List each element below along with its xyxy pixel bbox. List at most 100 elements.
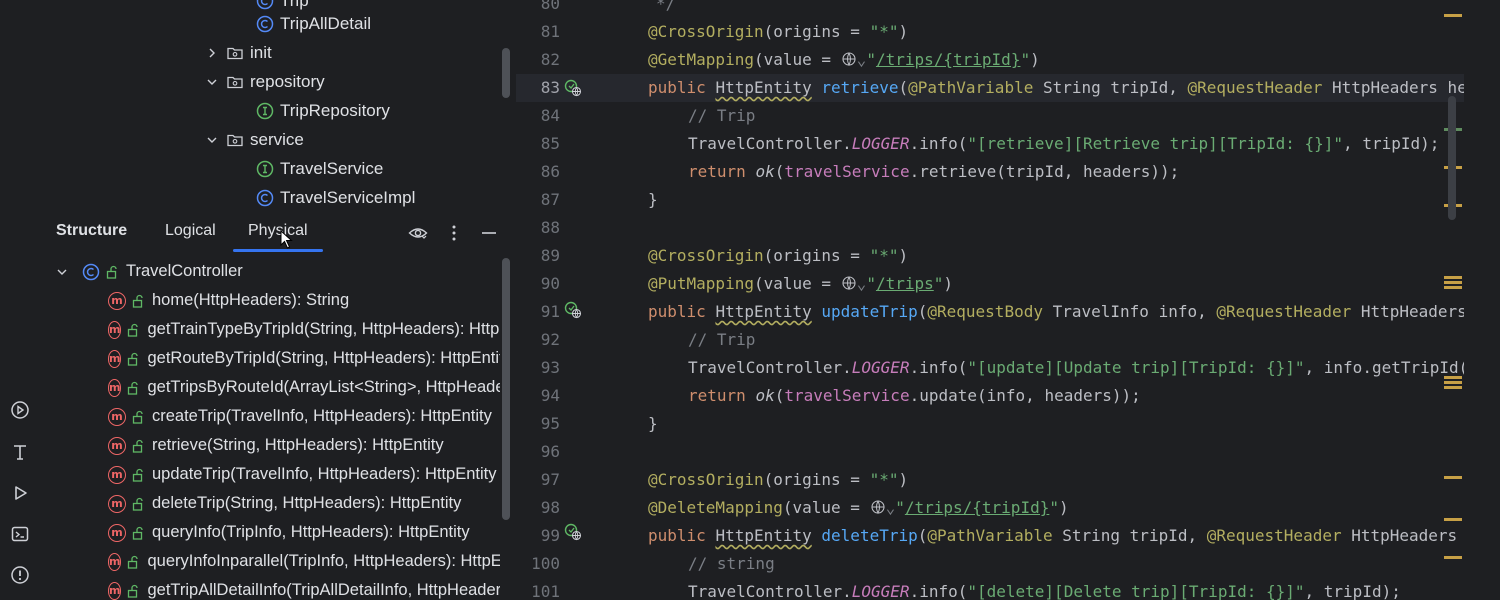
tree-item-label: TravelServiceImpl xyxy=(280,187,416,207)
tree-item-tripalldetail[interactable]: TripAllDetail xyxy=(256,9,371,38)
tree-item-service[interactable]: service xyxy=(204,125,304,154)
globe-icon[interactable] xyxy=(870,499,886,515)
more-options-icon[interactable] xyxy=(442,222,466,244)
line-number: 101 xyxy=(531,582,560,600)
tab-physical[interactable]: Physical xyxy=(248,222,308,240)
warning-stripe-marker[interactable] xyxy=(1444,286,1462,289)
method-icon: m xyxy=(108,494,126,513)
public-lock-icon xyxy=(132,497,144,511)
endpoint-gutter-icon[interactable] xyxy=(564,523,582,541)
code-line-98: @DeleteMapping(value = ⌄"/trips/{tripId}… xyxy=(648,498,1069,517)
structure-member[interactable]: m queryInfo(TripInfo, HttpHeaders): HttpE… xyxy=(108,518,500,547)
chevron-down-icon[interactable] xyxy=(54,264,70,280)
structure-member[interactable]: m home(HttpHeaders): String xyxy=(108,286,500,315)
structure-member-label: queryInfoInparallel(TripInfo, HttpHeader… xyxy=(147,552,500,570)
warning-stripe-marker[interactable] xyxy=(1444,476,1462,479)
tree-item-repository[interactable]: repository xyxy=(204,67,325,96)
structure-member-label: queryInfo(TripInfo, HttpHeaders): HttpEn… xyxy=(152,523,470,541)
code-line-91: public HttpEntity updateTrip(@RequestBod… xyxy=(648,302,1464,321)
terminal-icon[interactable] xyxy=(8,522,32,546)
tab-logical[interactable]: Logical xyxy=(165,222,216,240)
right-tool-strip xyxy=(1464,0,1500,600)
structure-member[interactable]: m updateTrip(TravelInfo, HttpHeaders): Ht… xyxy=(108,460,500,489)
structure-member[interactable]: m retrieve(String, HttpHeaders): HttpEnti… xyxy=(108,431,500,460)
globe-icon[interactable] xyxy=(841,275,857,291)
public-lock-icon xyxy=(127,555,139,569)
line-number: 100 xyxy=(531,554,560,573)
structure-member[interactable]: m getTripsByRouteId(ArrayList<String>, Ht… xyxy=(108,373,500,402)
chevron-down-icon[interactable] xyxy=(204,132,220,148)
chevron-right-icon[interactable] xyxy=(204,45,220,61)
text-format-icon[interactable] xyxy=(8,440,32,464)
tree-item-travelserviceimpl[interactable]: TravelServiceImpl xyxy=(256,183,415,212)
public-lock-icon xyxy=(127,352,139,366)
endpoint-gutter-icon[interactable] xyxy=(564,79,582,97)
code-line-89: @CrossOrigin(origins = "*") xyxy=(648,246,909,265)
structure-member[interactable]: m deleteTrip(String, HttpHeaders): HttpEn… xyxy=(108,489,500,518)
line-number: 88 xyxy=(540,218,560,237)
code-editor[interactable]: 80 81 82 83 84 85 86 87 88 89 90 91 92 93 94 95 96 97 98 99… xyxy=(516,0,1464,600)
structure-member[interactable]: m createTrip(TravelInfo, HttpHeaders): Ht… xyxy=(108,402,500,431)
structure-member[interactable]: m queryInfoInparallel(TripInfo, HttpHeade… xyxy=(108,547,500,576)
line-number: 86 xyxy=(540,162,560,181)
tool-window-strip xyxy=(0,0,40,600)
structure-member[interactable]: m getRouteByTripId(String, HttpHeaders): … xyxy=(108,344,500,373)
structure-member[interactable]: m getTrainTypeByTripId(String, HttpHeader… xyxy=(108,315,500,344)
project-tree-scrollbar[interactable] xyxy=(502,48,510,98)
class-icon xyxy=(256,189,274,207)
structure-root[interactable]: TravelController xyxy=(54,257,494,286)
structure-scrollbar[interactable] xyxy=(502,258,510,520)
method-icon: m xyxy=(108,465,126,484)
code-line-84: // Trip xyxy=(688,106,756,125)
globe-icon[interactable] xyxy=(841,51,857,67)
package-icon xyxy=(226,73,244,91)
problems-icon[interactable] xyxy=(8,563,32,587)
structure-member[interactable]: m getTripAllDetailInfo(TripAllDetailInfo,… xyxy=(108,576,500,600)
chevron-down-icon[interactable] xyxy=(204,74,220,90)
line-number: 99 xyxy=(540,526,560,545)
structure-member-label: updateTrip(TravelInfo, HttpHeaders): Htt… xyxy=(152,465,497,483)
method-icon: m xyxy=(108,407,126,426)
line-number: 90 xyxy=(540,274,560,293)
endpoint-gutter-icon[interactable] xyxy=(564,301,582,319)
warning-stripe-marker[interactable] xyxy=(1444,281,1462,284)
line-number: 95 xyxy=(540,414,560,433)
method-icon: m xyxy=(108,320,122,339)
line-number: 97 xyxy=(540,470,560,489)
warning-stripe-marker[interactable] xyxy=(1444,386,1462,389)
tree-item-init[interactable]: init xyxy=(204,38,272,67)
eye-icon[interactable] xyxy=(406,222,430,244)
minimize-icon[interactable] xyxy=(477,222,501,244)
public-lock-icon xyxy=(127,584,139,598)
tree-item-travelservice[interactable]: TravelService xyxy=(256,154,383,183)
structure-member-label: home(HttpHeaders): String xyxy=(152,291,350,309)
editor-scrollbar[interactable] xyxy=(1448,96,1456,220)
structure-member-label: deleteTrip(String, HttpHeaders): HttpEnt… xyxy=(152,494,462,512)
structure-member-label: getTripAllDetailInfo(TripAllDetailInfo, … xyxy=(147,581,500,599)
warning-stripe-marker[interactable] xyxy=(1444,518,1462,521)
tree-item-triprepository[interactable]: TripRepository xyxy=(256,96,390,125)
code-line-86: return ok(travelService.retrieve(tripId,… xyxy=(688,162,1180,181)
tree-item-label: init xyxy=(250,42,272,62)
warning-stripe-marker[interactable] xyxy=(1444,276,1462,279)
run-icon[interactable] xyxy=(8,481,32,505)
public-lock-icon xyxy=(132,294,144,308)
code-line-97: @CrossOrigin(origins = "*") xyxy=(648,470,909,489)
tree-item-label: TripAllDetail xyxy=(280,13,372,33)
warning-stripe-marker[interactable] xyxy=(1444,556,1462,559)
warning-stripe-marker[interactable] xyxy=(1444,14,1462,17)
code-line-101: TravelController.LOGGER.info("[delete][D… xyxy=(688,582,1401,600)
structure-member-label: retrieve(String, HttpHeaders): HttpEntit… xyxy=(152,436,444,454)
line-number: 83 xyxy=(540,78,560,97)
public-lock-icon xyxy=(132,410,144,424)
line-number: 94 xyxy=(540,386,560,405)
line-number: 98 xyxy=(540,498,560,517)
warning-stripe-marker[interactable] xyxy=(1444,376,1462,379)
warning-stripe-marker[interactable] xyxy=(1444,381,1462,384)
method-icon: m xyxy=(108,552,122,571)
line-number: 91 xyxy=(540,302,560,321)
method-icon: m xyxy=(108,349,122,368)
services-icon[interactable] xyxy=(8,398,32,422)
method-icon: m xyxy=(108,291,126,310)
line-number: 87 xyxy=(540,190,560,209)
